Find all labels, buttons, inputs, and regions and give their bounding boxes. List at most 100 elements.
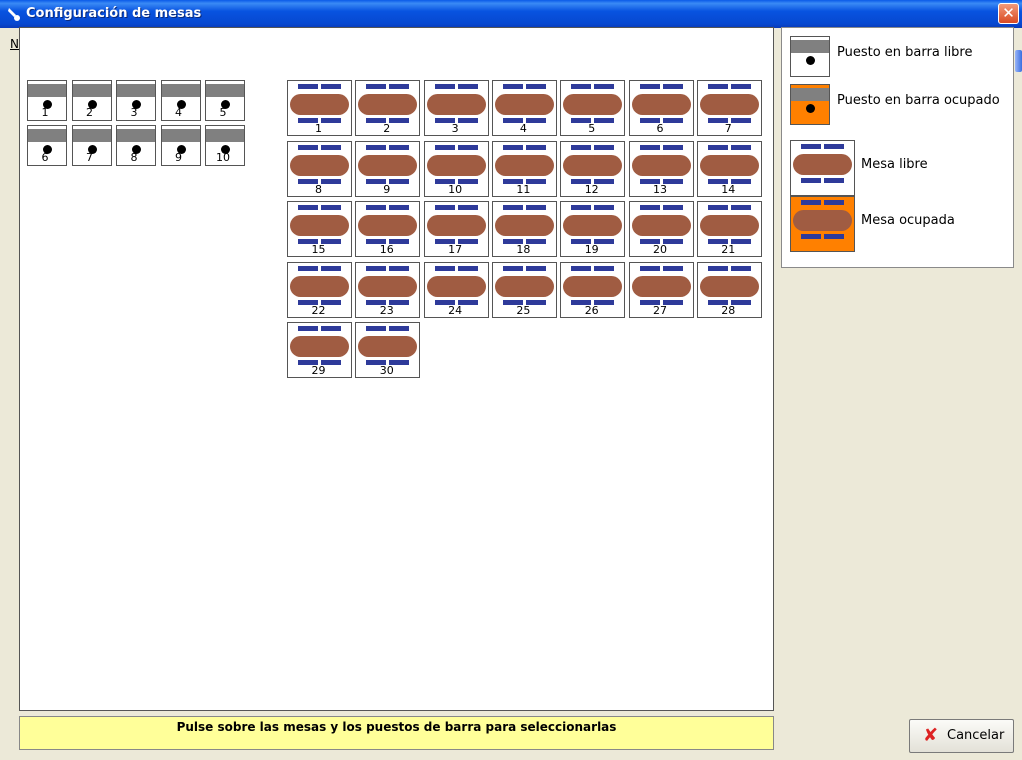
- scrollbar[interactable]: [1015, 50, 1022, 72]
- table[interactable]: 27: [628, 261, 694, 318]
- table-top: [290, 154, 349, 176]
- bar-seat[interactable]: 10: [205, 125, 245, 166]
- table-number: 18: [516, 243, 531, 256]
- chair: [389, 144, 410, 150]
- table[interactable]: 24: [423, 261, 489, 318]
- cancel-button[interactable]: ✘ Cancelar: [909, 719, 1014, 753]
- table[interactable]: 28: [696, 261, 762, 318]
- table[interactable]: 5: [560, 80, 626, 136]
- chair: [594, 265, 615, 271]
- chair: [298, 205, 318, 210]
- table[interactable]: 6: [628, 80, 694, 136]
- table-top: [494, 215, 554, 236]
- chair: [594, 84, 615, 89]
- table[interactable]: 30: [355, 322, 421, 378]
- table-number: 7: [724, 122, 732, 135]
- table[interactable]: 4: [491, 80, 557, 136]
- table[interactable]: 9: [355, 140, 421, 197]
- table[interactable]: 2: [355, 80, 421, 136]
- table[interactable]: 17: [423, 201, 489, 257]
- legend-table-occupied-label: Mesa ocupada: [861, 213, 955, 228]
- table-number: 3: [451, 122, 459, 135]
- menu-stub[interactable]: N: [10, 37, 19, 51]
- table[interactable]: 1: [287, 80, 352, 136]
- bar-seat[interactable]: 4: [160, 80, 201, 121]
- bar-seat-number: 6: [41, 151, 49, 164]
- cancel-button-label: Cancelar: [947, 728, 1005, 743]
- chair: [321, 84, 341, 89]
- bar-seat[interactable]: 8: [116, 125, 156, 166]
- chair: [730, 84, 751, 89]
- table-number: 10: [448, 182, 463, 196]
- chair: [389, 326, 410, 331]
- chair: [707, 265, 728, 271]
- table-number: 5: [588, 122, 596, 135]
- chair: [457, 144, 478, 150]
- table-top: [563, 154, 623, 176]
- chair: [594, 205, 615, 210]
- table[interactable]: 18: [491, 201, 557, 257]
- chair: [434, 144, 455, 150]
- chair: [502, 205, 523, 210]
- chair: [366, 205, 387, 210]
- chair: [594, 144, 615, 150]
- chair: [366, 326, 387, 331]
- table-top: [494, 154, 554, 176]
- table[interactable]: 7: [696, 80, 762, 136]
- table[interactable]: 20: [628, 201, 694, 257]
- chair: [366, 144, 387, 150]
- chair: [525, 265, 546, 271]
- table-number: 29: [311, 364, 326, 377]
- table[interactable]: 10: [423, 140, 489, 197]
- bar-seat[interactable]: 3: [116, 80, 156, 121]
- close-button[interactable]: ✕: [998, 3, 1019, 24]
- bar-seat[interactable]: 5: [205, 80, 245, 121]
- table[interactable]: 23: [355, 261, 421, 318]
- chair: [434, 205, 455, 210]
- table[interactable]: 21: [696, 201, 762, 257]
- table-top: [426, 215, 486, 236]
- table-top: [494, 94, 554, 115]
- table-number: 20: [653, 243, 667, 256]
- bar-seat[interactable]: 7: [71, 125, 112, 166]
- bar-seat[interactable]: 2: [71, 80, 112, 121]
- table[interactable]: 16: [355, 201, 421, 257]
- legend-bar-free-icon: [790, 36, 830, 77]
- table[interactable]: 25: [491, 261, 557, 318]
- legend-table-occupied-icon: [790, 196, 855, 252]
- table-number: 16: [379, 243, 394, 256]
- table[interactable]: 8: [287, 140, 352, 197]
- table[interactable]: 13: [628, 140, 694, 197]
- table[interactable]: 15: [287, 201, 352, 257]
- table[interactable]: 11: [491, 140, 557, 197]
- chair: [321, 205, 341, 210]
- table-number: 17: [448, 243, 463, 256]
- table-top: [631, 94, 691, 115]
- table[interactable]: 26: [560, 261, 626, 318]
- table-top: [699, 154, 759, 176]
- chair: [571, 144, 592, 150]
- bar-seat[interactable]: 1: [27, 80, 67, 121]
- legend-table-free-icon: [790, 140, 855, 196]
- table[interactable]: 14: [696, 140, 762, 197]
- table-number: 25: [516, 303, 531, 317]
- table-number: 2: [383, 122, 391, 135]
- table-top: [563, 94, 623, 115]
- bar-seat[interactable]: 9: [160, 125, 201, 166]
- table[interactable]: 29: [287, 322, 352, 378]
- chair: [707, 84, 728, 89]
- table-number: 27: [653, 303, 667, 317]
- table[interactable]: 3: [423, 80, 489, 136]
- bar-seat-number: 9: [175, 151, 182, 164]
- table[interactable]: 22: [287, 261, 352, 318]
- table-top: [358, 215, 418, 236]
- chair: [457, 265, 478, 271]
- chair: [730, 265, 751, 271]
- table-top: [494, 275, 554, 297]
- table[interactable]: 12: [560, 140, 626, 197]
- table-top: [426, 275, 486, 297]
- bar-seat[interactable]: 6: [27, 125, 67, 166]
- app-icon: [8, 8, 20, 21]
- table-number: 19: [584, 243, 599, 256]
- table[interactable]: 19: [560, 201, 626, 257]
